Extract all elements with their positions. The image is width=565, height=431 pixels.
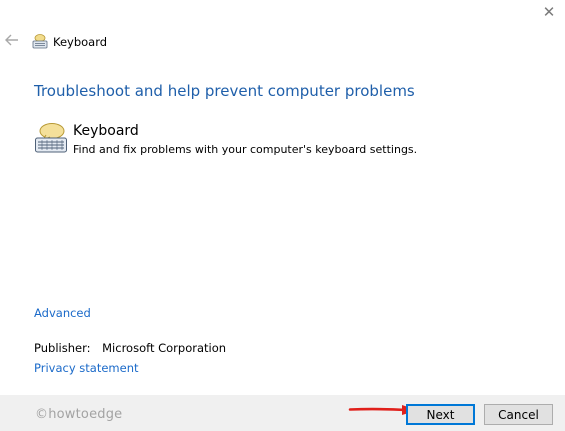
troubleshooter-window: ✕ Keyboard Troubleshoot and help prevent…	[0, 0, 565, 431]
keyboard-icon	[32, 34, 48, 49]
publisher-row: Publisher: Microsoft Corporation	[34, 341, 226, 355]
back-arrow-icon	[5, 34, 18, 46]
next-button[interactable]: Next	[406, 404, 475, 425]
window-title: Keyboard	[53, 35, 108, 49]
close-button[interactable]: ✕	[533, 0, 565, 24]
publisher-value: Microsoft Corporation	[102, 341, 227, 355]
cancel-button[interactable]: Cancel	[484, 404, 553, 425]
keyboard-icon	[35, 123, 67, 153]
page-title: Troubleshoot and help prevent computer p…	[34, 82, 415, 100]
publisher-label: Publisher:	[34, 341, 91, 355]
back-button[interactable]	[4, 32, 20, 48]
advanced-link[interactable]: Advanced	[34, 306, 91, 320]
privacy-statement-link[interactable]: Privacy statement	[34, 361, 139, 375]
troubleshooter-description: Find and fix problems with your computer…	[73, 143, 418, 156]
watermark: ©howtoedge	[35, 407, 123, 422]
close-icon: ✕	[542, 3, 556, 21]
troubleshooter-name: Keyboard	[73, 123, 139, 139]
